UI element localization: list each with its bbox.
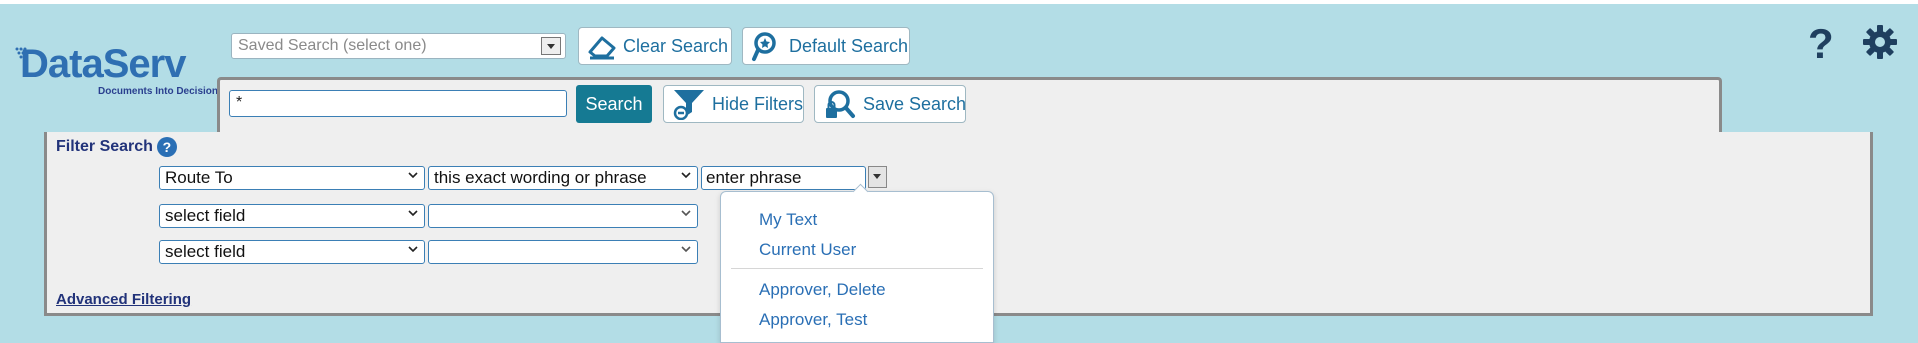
logo-tagline: Documents Into Decisions: [98, 86, 224, 97]
value-dropdown-toggle[interactable]: [868, 166, 887, 188]
gear-icon[interactable]: [1862, 24, 1898, 60]
filter-operator-value: this exact wording or phrase: [434, 168, 647, 187]
hide-filters-button[interactable]: Hide Filters: [663, 85, 804, 123]
value-dropdown-menu: My Text Current User Approver, Delete Ap…: [720, 183, 994, 343]
help-circle-icon[interactable]: ?: [156, 137, 177, 157]
chevron-down-icon: [681, 210, 691, 217]
search-input[interactable]: *: [229, 90, 567, 117]
filter-field-select-2[interactable]: select field: [159, 204, 425, 228]
filter-field-value: select field: [165, 206, 246, 225]
save-search-button[interactable]: Save Search: [814, 85, 966, 123]
filter-field-value: select field: [165, 242, 246, 261]
clear-search-label: Clear Search: [623, 35, 729, 56]
filter-operator-select-1[interactable]: this exact wording or phrase: [428, 166, 698, 190]
filter-icon: [673, 90, 704, 120]
filter-field-value: Route To: [165, 168, 233, 187]
advanced-filtering-link[interactable]: Advanced Filtering: [56, 291, 191, 308]
chevron-down-icon: [408, 210, 418, 217]
dropdown-item-current-user[interactable]: Current User: [759, 240, 856, 260]
dropdown-divider: [731, 268, 983, 269]
chevron-down-icon: [408, 172, 418, 179]
search-star-icon: [752, 32, 776, 61]
clear-search-button[interactable]: Clear Search: [578, 27, 732, 65]
saved-search-select[interactable]: Saved Search (select one): [231, 33, 566, 59]
hide-filters-label: Hide Filters: [712, 93, 804, 114]
dropdown-item-approver-delete[interactable]: Approver, Delete: [759, 280, 886, 300]
chevron-down-icon[interactable]: [541, 37, 561, 55]
default-search-label: Default Search: [789, 35, 909, 56]
search-lock-icon: [826, 90, 855, 118]
filter-field-select-1[interactable]: Route To: [159, 166, 425, 190]
help-icon[interactable]: ?: [1808, 20, 1834, 68]
filter-operator-select-2[interactable]: [428, 204, 698, 228]
dropdown-item-approver-test[interactable]: Approver, Test: [759, 310, 867, 330]
filter-operator-select-3[interactable]: [428, 240, 698, 264]
default-search-button[interactable]: Default Search: [742, 27, 910, 65]
search-button[interactable]: Search: [576, 85, 652, 123]
chevron-down-icon: [408, 246, 418, 253]
filter-field-select-3[interactable]: select field: [159, 240, 425, 264]
chevron-down-icon: [681, 246, 691, 253]
dataserv-logo: DataServ Documents Into Decisions: [14, 42, 224, 102]
filter-search-heading: Filter Search ?: [56, 137, 177, 157]
dropdown-item-my-text[interactable]: My Text: [759, 210, 817, 230]
eraser-icon: [588, 36, 616, 60]
saved-search-placeholder: Saved Search (select one): [238, 37, 427, 54]
filter-value-input-1[interactable]: enter phrase: [701, 166, 866, 190]
filter-search-title: Filter Search: [56, 138, 153, 155]
chevron-down-icon: [681, 172, 691, 179]
logo-wordmark: DataServ: [20, 42, 186, 86]
save-search-label: Save Search: [863, 93, 967, 114]
